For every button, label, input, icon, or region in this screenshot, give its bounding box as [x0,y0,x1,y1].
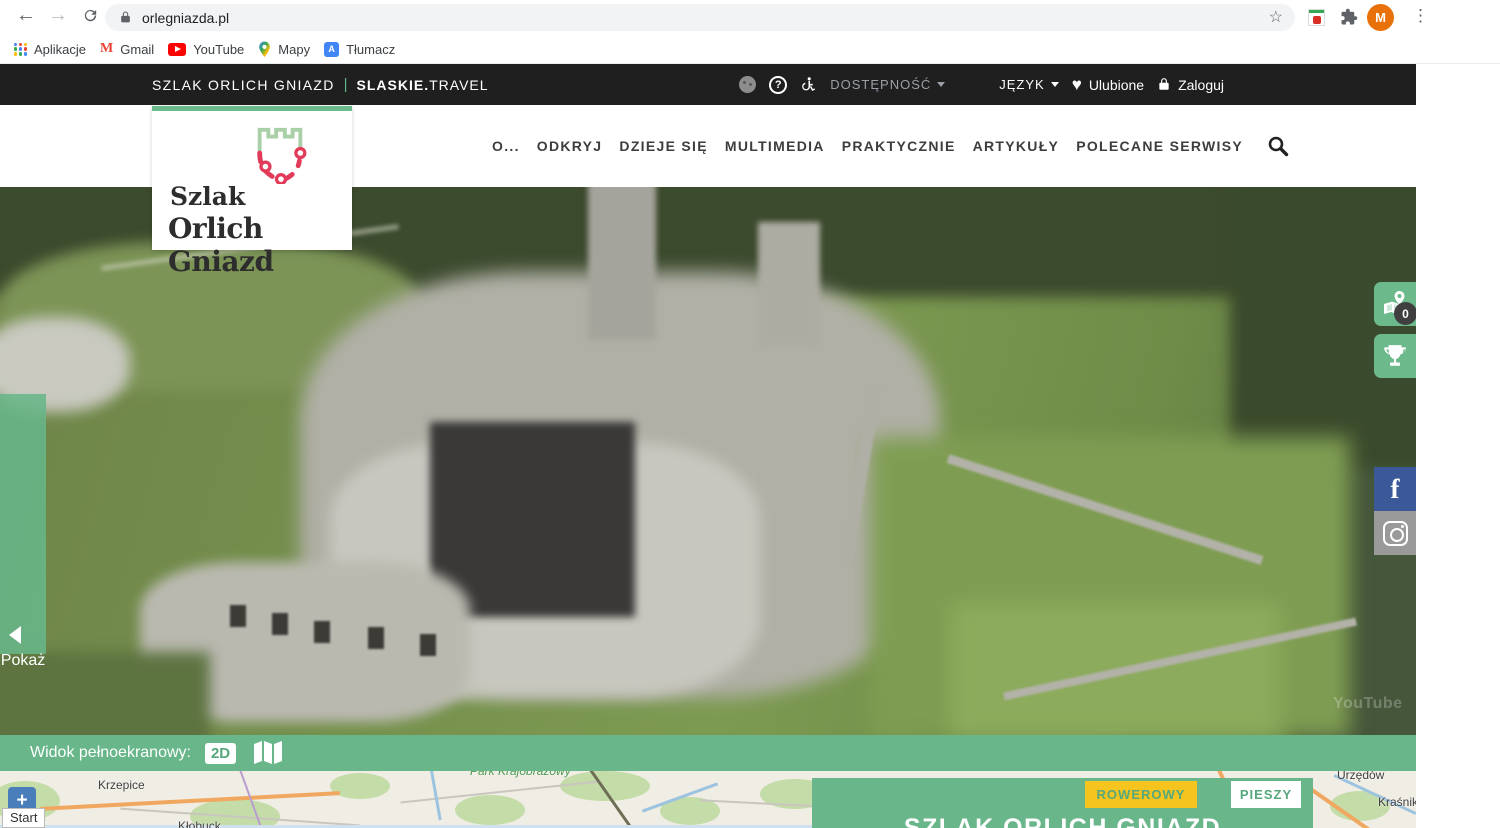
youtube-icon [168,43,186,56]
bookmarks-bar: Aplikacje M Gmail YouTube Mapy A Tłumacz [0,35,1500,64]
browser-window: ← → orlegniazda.pl ☆ M ⋮ Aplikacje M [0,0,1500,828]
maps-pin-icon [258,41,271,58]
trail-panel: ROWEROWY PIESZY SZLAK ORLICH GNIAZD [812,778,1313,828]
nav-item-o[interactable]: O... [492,138,520,154]
logo-text-line2: Orlich Gniazd [168,212,352,278]
lock-icon [119,11,132,24]
back-icon[interactable]: ← [16,4,36,27]
map-river [428,771,441,820]
extension-icon[interactable] [1308,9,1325,26]
profile-avatar[interactable]: M [1367,4,1394,31]
start-tooltip: Start [2,808,45,828]
instagram-icon [1383,521,1408,546]
nav-item-dzieje-sie[interactable]: DZIEJE SIĘ [619,138,707,154]
logo-green-strip [152,106,352,111]
accessibility-menu[interactable]: DOSTĘPNOŚĆ [830,77,945,92]
map-green-patch [560,771,650,801]
castle-route-icon [246,122,314,184]
show-panel-label: Pokaż [0,652,52,670]
window [420,634,436,656]
bookmark-apps[interactable]: Aplikacje [14,42,86,57]
language-menu[interactable]: JĘZYK [999,77,1058,92]
map-counter-badge: 0 [1394,302,1416,325]
window [272,613,288,635]
nav-item-multimedia[interactable]: MULTIMEDIA [725,138,825,154]
site-topbar: SZLAK ORLICH GNIAZD | SLASKIE.TRAVEL ? D… [0,64,1416,105]
trophy-button[interactable] [1374,334,1416,378]
map-preview[interactable]: Krzepice Kłobuck Urzędów Kraśnik Park Kr… [0,771,1416,828]
bookmark-youtube[interactable]: YouTube [168,42,244,57]
map-label-urzedow: Urzędów [1337,771,1384,782]
bike-route-button[interactable]: ROWEROWY [1085,781,1197,808]
help-icon[interactable]: ? [769,76,787,94]
chevron-down-icon [1051,82,1059,87]
nav-item-odkryj[interactable]: ODKRYJ [537,138,603,154]
heart-icon: ♥ [1072,76,1082,93]
brand-separator: | [344,76,348,93]
map-green-patch [455,795,525,825]
fullscreen-bar: Widok pełnoekranowy: 2D [0,735,1416,771]
bookmark-star-icon[interactable]: ☆ [1269,7,1283,27]
nav-item-praktycznie[interactable]: PRAKTYCZNIE [842,138,956,154]
refresh-icon[interactable] [82,7,99,30]
chevron-down-icon [937,82,945,87]
map-label-krzepice: Krzepice [98,778,145,792]
wheelchair-icon[interactable] [800,76,817,93]
logo-text-line1: Szlak [170,182,245,211]
url-text: orlegniazda.pl [142,10,229,26]
main-nav: O... ODKRYJ DZIEJE SIĘ MULTIMEDIA PRAKTY… [492,105,1290,187]
map-label-park: Park Krajobrazowy [470,771,571,778]
courtyard [430,422,635,617]
trail-title: SZLAK ORLICH GNIAZD [812,814,1313,828]
apps-grid-icon [14,43,27,56]
instagram-button[interactable] [1374,511,1416,555]
gmail-icon: M [100,41,113,57]
window [230,605,246,627]
window [314,621,330,643]
search-icon[interactable] [1266,134,1290,158]
keep-tower [588,187,656,340]
map-label-klobuck: Kłobuck [178,819,221,828]
map-road [40,791,340,811]
walk-route-button[interactable]: PIESZY [1231,781,1301,808]
padlock-icon [1157,77,1171,92]
poland-flag-icon[interactable] [958,76,986,94]
window [368,627,384,649]
facebook-button[interactable]: f [1374,467,1416,511]
topbar-partner-link[interactable]: SLASKIE.TRAVEL [357,77,489,93]
side-tower [758,222,820,347]
nav-item-polecane-serwisy[interactable]: POLECANE SERWISY [1076,138,1243,154]
site-logo[interactable]: Szlak Orlich Gniazd [152,106,352,250]
forward-icon[interactable]: → [48,4,68,27]
browser-toolbar: ← → orlegniazda.pl ☆ M ⋮ [0,0,1500,35]
topbar-brand[interactable]: SZLAK ORLICH GNIAZD [152,77,335,93]
bookmark-maps[interactable]: Mapy [258,41,310,58]
nav-item-artykuly[interactable]: ARTYKUŁY [973,138,1060,154]
trophy-icon [1382,343,1408,369]
fullscreen-label: Widok pełnoekranowy: [30,744,191,762]
login-link[interactable]: Zaloguj [1157,77,1224,93]
browser-menu-icon[interactable]: ⋮ [1412,6,1429,26]
translate-icon: A [324,42,339,57]
bookmark-translate[interactable]: A Tłumacz [324,42,395,57]
mode-2d-button[interactable]: 2D [205,743,236,764]
show-panel[interactable]: Pokaż [0,394,46,654]
triangle-left-icon [9,626,21,644]
contrast-icon[interactable] [739,76,756,93]
address-bar[interactable]: orlegniazda.pl ☆ [105,4,1295,31]
facebook-icon: f [1391,474,1400,505]
folded-map-icon [252,741,284,765]
bookmark-gmail[interactable]: M Gmail [100,41,154,57]
map-label-krasnik: Kraśnik [1378,795,1416,809]
folded-map-button[interactable] [252,741,284,765]
extensions-puzzle-icon[interactable] [1340,8,1358,31]
favorites-link[interactable]: ♥ Ulubione [1072,76,1144,93]
youtube-watermark: YouTube [1333,695,1403,713]
webpage: SZLAK ORLICH GNIAZD | SLASKIE.TRAVEL ? D… [0,64,1416,828]
